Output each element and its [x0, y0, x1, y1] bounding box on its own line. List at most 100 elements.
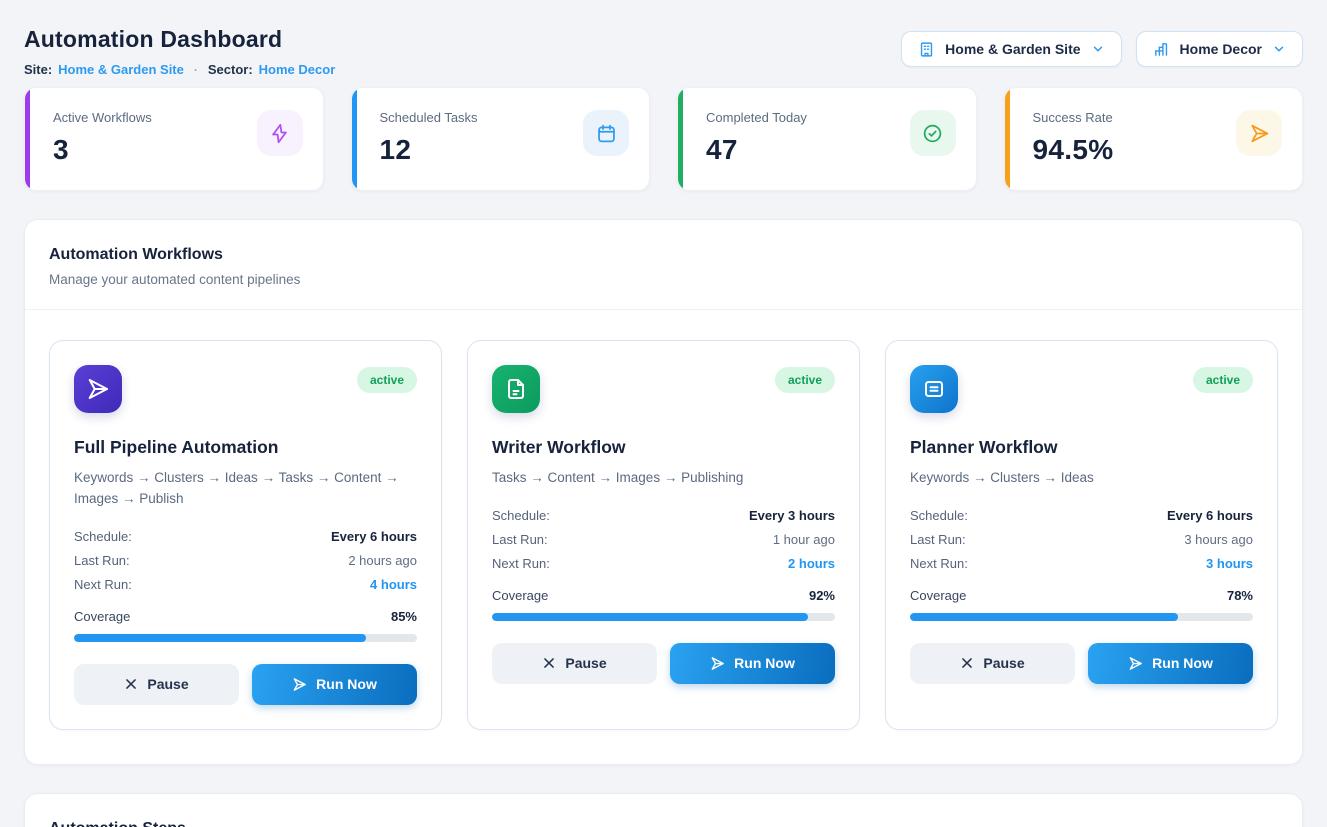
- pause-button-label: Pause: [147, 676, 188, 692]
- coverage-label: Coverage: [74, 609, 130, 624]
- workflow-cards-grid: active Full Pipeline Automation Keywords…: [25, 310, 1302, 764]
- stat-label: Completed Today: [706, 110, 807, 125]
- check-circle-icon: [910, 110, 956, 156]
- stat-info: Active Workflows 3: [53, 110, 152, 190]
- file-text-icon: [492, 365, 540, 413]
- coverage-block: Coverage 78%: [910, 585, 1253, 621]
- status-badge: active: [775, 367, 835, 393]
- schedule-value: Every 6 hours: [331, 529, 417, 544]
- site-link[interactable]: Home & Garden Site: [58, 62, 184, 77]
- coverage-progressbar: [74, 634, 417, 642]
- workflow-card-top: active: [910, 365, 1253, 413]
- workflow-card-planner: active Planner Workflow Keywords → Clust…: [885, 340, 1278, 730]
- workflow-card-writer: active Writer Workflow Tasks → Content →…: [467, 340, 860, 730]
- next-run-value: 3 hours: [1206, 556, 1253, 571]
- accent-bar: [25, 88, 30, 190]
- stat-label: Active Workflows: [53, 110, 152, 125]
- sector-dropdown[interactable]: Home Decor: [1136, 31, 1303, 67]
- last-run-value: 1 hour ago: [773, 532, 835, 547]
- coverage-value: 92%: [809, 588, 835, 603]
- coverage-progressbar: [910, 613, 1253, 621]
- x-icon: [542, 656, 556, 670]
- section-title: Automation Workflows: [49, 246, 1278, 264]
- stat-label: Scheduled Tasks: [380, 110, 478, 125]
- header-left: Automation Dashboard Site: Home & Garden…: [24, 26, 335, 77]
- last-run-label: Last Run:: [910, 532, 966, 547]
- coverage-value: 78%: [1227, 588, 1253, 603]
- page-title: Automation Dashboard: [24, 26, 335, 53]
- last-run-value: 2 hours ago: [348, 553, 417, 568]
- next-run-label: Next Run:: [492, 556, 550, 571]
- automation-steps-panel: Automation Steps Configure which steps a…: [24, 793, 1303, 827]
- breadcrumb: Site: Home & Garden Site · Sector: Home …: [24, 62, 335, 77]
- sector-link[interactable]: Home Decor: [259, 62, 336, 77]
- stat-label: Success Rate: [1033, 110, 1114, 125]
- send-icon: [74, 365, 122, 413]
- zap-icon: [257, 110, 303, 156]
- pause-button-label: Pause: [983, 655, 1024, 671]
- coverage-progressbar: [492, 613, 835, 621]
- chevron-down-icon: [1272, 42, 1286, 56]
- accent-bar: [1005, 88, 1010, 190]
- section-title: Automation Steps: [49, 820, 1278, 827]
- workflows-panel: Automation Workflows Manage your automat…: [24, 219, 1303, 765]
- header-controls: Home & Garden Site Home Decor: [901, 31, 1303, 67]
- run-now-button[interactable]: Run Now: [252, 664, 417, 705]
- send-icon: [710, 656, 725, 671]
- schedule-label: Schedule:: [492, 508, 550, 523]
- status-badge: active: [357, 367, 417, 393]
- building-icon: [918, 41, 935, 58]
- workflow-card-top: active: [492, 365, 835, 413]
- sector-label: Sector:: [208, 62, 253, 77]
- schedule-value: Every 6 hours: [1167, 508, 1253, 523]
- stat-value: 12: [380, 134, 478, 166]
- workflow-pipeline: Keywords → Clusters → Ideas → Tasks → Co…: [74, 468, 417, 510]
- coverage-block: Coverage 85%: [74, 606, 417, 642]
- last-run-value: 3 hours ago: [1184, 532, 1253, 547]
- coverage-block: Coverage92%: [492, 585, 835, 621]
- workflows-panel-header: Automation Workflows Manage your automat…: [25, 220, 1302, 310]
- last-run-label: Last Run:: [74, 553, 130, 568]
- page-header: Automation Dashboard Site: Home & Garden…: [24, 26, 1303, 77]
- workflow-actions: Pause Run Now: [74, 664, 417, 705]
- section-subtitle: Manage your automated content pipelines: [49, 272, 1278, 287]
- coverage-label: Coverage: [910, 588, 966, 603]
- chevron-down-icon: [1091, 42, 1105, 56]
- workflow-actions: Pause Run Now: [910, 643, 1253, 684]
- schedule-label: Schedule:: [910, 508, 968, 523]
- bar-chart-icon: [1153, 41, 1170, 58]
- site-dropdown[interactable]: Home & Garden Site: [901, 31, 1121, 67]
- run-now-button[interactable]: Run Now: [670, 643, 835, 684]
- workflow-pipeline: Keywords → Clusters → Ideas: [910, 468, 1253, 489]
- stat-card-active-workflows: Active Workflows 3: [24, 87, 324, 191]
- stat-card-scheduled-tasks: Scheduled Tasks 12: [351, 87, 651, 191]
- next-run-label: Next Run:: [910, 556, 968, 571]
- stat-value: 3: [53, 134, 152, 166]
- coverage-value: 85%: [391, 609, 417, 624]
- pause-button[interactable]: Pause: [492, 643, 657, 684]
- sector-dropdown-label: Home Decor: [1180, 41, 1262, 57]
- stat-info: Success Rate 94.5%: [1033, 110, 1114, 190]
- send-icon: [292, 677, 307, 692]
- run-now-button-label: Run Now: [734, 655, 795, 671]
- status-badge: active: [1193, 367, 1253, 393]
- stat-info: Completed Today 47: [706, 110, 807, 190]
- automation-dashboard-page: Automation Dashboard Site: Home & Garden…: [0, 0, 1327, 827]
- send-icon: [1128, 656, 1143, 671]
- site-dropdown-label: Home & Garden Site: [945, 41, 1080, 57]
- site-label: Site:: [24, 62, 52, 77]
- workflow-card-full-pipeline: active Full Pipeline Automation Keywords…: [49, 340, 442, 730]
- workflow-title: Writer Workflow: [492, 437, 835, 458]
- stat-value: 47: [706, 134, 807, 166]
- pause-button[interactable]: Pause: [74, 664, 239, 705]
- pause-button[interactable]: Pause: [910, 643, 1075, 684]
- next-run-value: 4 hours: [370, 577, 417, 592]
- calendar-icon: [583, 110, 629, 156]
- list-icon: [910, 365, 958, 413]
- workflow-actions: Pause Run Now: [492, 643, 835, 684]
- stat-card-success-rate: Success Rate 94.5%: [1004, 87, 1304, 191]
- workflow-title: Planner Workflow: [910, 437, 1253, 458]
- workflow-meta: Schedule:Every 3 hours Last Run:1 hour a…: [492, 504, 835, 576]
- stat-value: 94.5%: [1033, 134, 1114, 166]
- run-now-button[interactable]: Run Now: [1088, 643, 1253, 684]
